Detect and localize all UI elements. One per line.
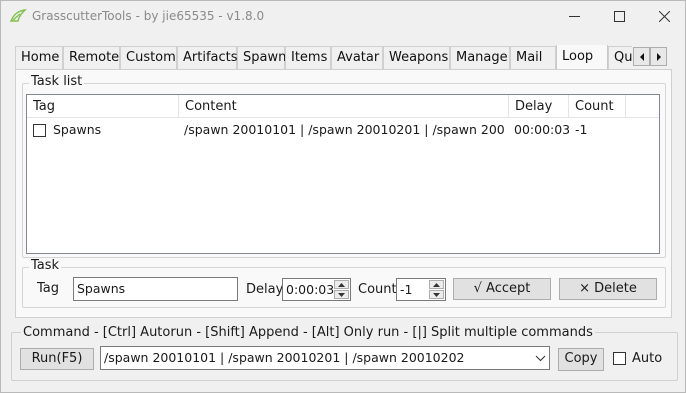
- delay-up-button[interactable]: [334, 280, 349, 289]
- arrow-down-icon: [433, 292, 440, 297]
- row-count: -1: [575, 122, 588, 137]
- delay-label: Delay: [246, 282, 284, 297]
- delay-value: 0:00:03: [286, 282, 335, 297]
- copy-button[interactable]: Copy: [558, 348, 604, 371]
- arrow-right-icon: [656, 52, 661, 61]
- close-icon: [658, 11, 670, 22]
- tag-input[interactable]: Spawns: [73, 277, 238, 301]
- column-header-delay[interactable]: Delay: [509, 95, 569, 118]
- column-header-tag[interactable]: Tag: [27, 95, 179, 118]
- table-row[interactable]: Spawns /spawn 20010101 | /spawn 20010201…: [27, 119, 659, 141]
- tab-weapons[interactable]: Weapons: [383, 46, 450, 69]
- column-header-content[interactable]: Content: [179, 95, 509, 118]
- maximize-icon: [613, 11, 625, 22]
- tag-label: Tag: [37, 281, 60, 296]
- count-down-button[interactable]: [429, 290, 444, 299]
- tab-scroll-left-button[interactable]: [633, 47, 650, 66]
- task-list-group: Task list Tag Content Delay Count Spawns…: [22, 74, 666, 258]
- task-legend: Task: [29, 258, 62, 273]
- window-title: GrasscutterTools - by jie65535 - v1.8.0: [32, 9, 264, 23]
- maximize-button[interactable]: [596, 1, 642, 32]
- minimize-icon: [568, 16, 580, 17]
- arrow-up-icon: [433, 282, 440, 287]
- count-up-button[interactable]: [429, 280, 444, 289]
- tab-manage[interactable]: Manage: [450, 46, 510, 69]
- count-label: Count: [358, 282, 397, 297]
- run-button[interactable]: Run(F5): [20, 348, 94, 370]
- row-content: /spawn 20010101 | /spawn 20010201 | /spa…: [184, 122, 504, 137]
- row-delay: 00:00:03: [514, 122, 569, 137]
- arrow-down-icon: [338, 292, 345, 297]
- delay-down-button[interactable]: [334, 290, 349, 299]
- arrow-up-icon: [338, 282, 345, 287]
- auto-label: Auto: [632, 351, 663, 366]
- tab-loop[interactable]: Loop: [556, 45, 608, 69]
- window-title-author: - by jie65535 - v1.8.0: [135, 9, 265, 23]
- auto-checkbox[interactable]: [613, 352, 626, 365]
- accept-button[interactable]: √ Accept: [453, 278, 551, 300]
- arrow-left-icon: [639, 52, 644, 61]
- tab-remote[interactable]: Remote: [63, 46, 120, 69]
- app-logo-icon: [9, 9, 27, 22]
- window-title-app: GrasscutterTools: [32, 9, 132, 23]
- title-bar: GrasscutterTools - by jie65535 - v1.8.0: [1, 1, 685, 32]
- tab-home[interactable]: Home: [15, 46, 63, 69]
- tab-spawn[interactable]: Spawn: [237, 46, 286, 69]
- task-list[interactable]: Tag Content Delay Count Spawns /spawn 20…: [26, 94, 660, 254]
- row-tag-cell: Spawns: [33, 119, 178, 141]
- delay-stepper[interactable]: 0:00:03: [282, 278, 351, 301]
- tab-artifacts[interactable]: Artifacts: [177, 46, 238, 69]
- command-legend: Command - [Ctrl] Autorun - [Shift] Appen…: [21, 325, 595, 340]
- command-value: /spawn 20010101 | /spawn 20010201 | /spa…: [104, 350, 465, 365]
- close-button[interactable]: [641, 1, 686, 32]
- tab-custom[interactable]: Custom: [120, 46, 177, 69]
- tab-que[interactable]: Que: [608, 46, 632, 69]
- tab-items[interactable]: Items: [285, 46, 331, 69]
- count-value: -1: [400, 282, 413, 297]
- count-stepper[interactable]: -1: [396, 278, 446, 301]
- minimize-button[interactable]: [551, 1, 597, 32]
- task-list-legend: Task list: [29, 74, 85, 89]
- tab-mail[interactable]: Mail: [510, 46, 556, 69]
- delete-button[interactable]: × Delete: [559, 278, 657, 300]
- task-list-header: Tag Content Delay Count: [27, 95, 659, 118]
- chevron-down-icon[interactable]: [535, 352, 546, 364]
- row-checkbox[interactable]: [33, 124, 46, 137]
- tab-scroll-right-button[interactable]: [650, 47, 667, 66]
- column-header-count[interactable]: Count: [569, 95, 626, 118]
- row-tag: Spawns: [52, 122, 102, 137]
- tab-avatar[interactable]: Avatar: [331, 46, 383, 69]
- command-input[interactable]: /spawn 20010101 | /spawn 20010201 | /spa…: [100, 346, 550, 370]
- app-window: GrasscutterTools - by jie65535 - v1.8.0 H…: [0, 0, 686, 393]
- tab-strip: Home Remote Custom Artifacts Spawn Items…: [15, 45, 632, 69]
